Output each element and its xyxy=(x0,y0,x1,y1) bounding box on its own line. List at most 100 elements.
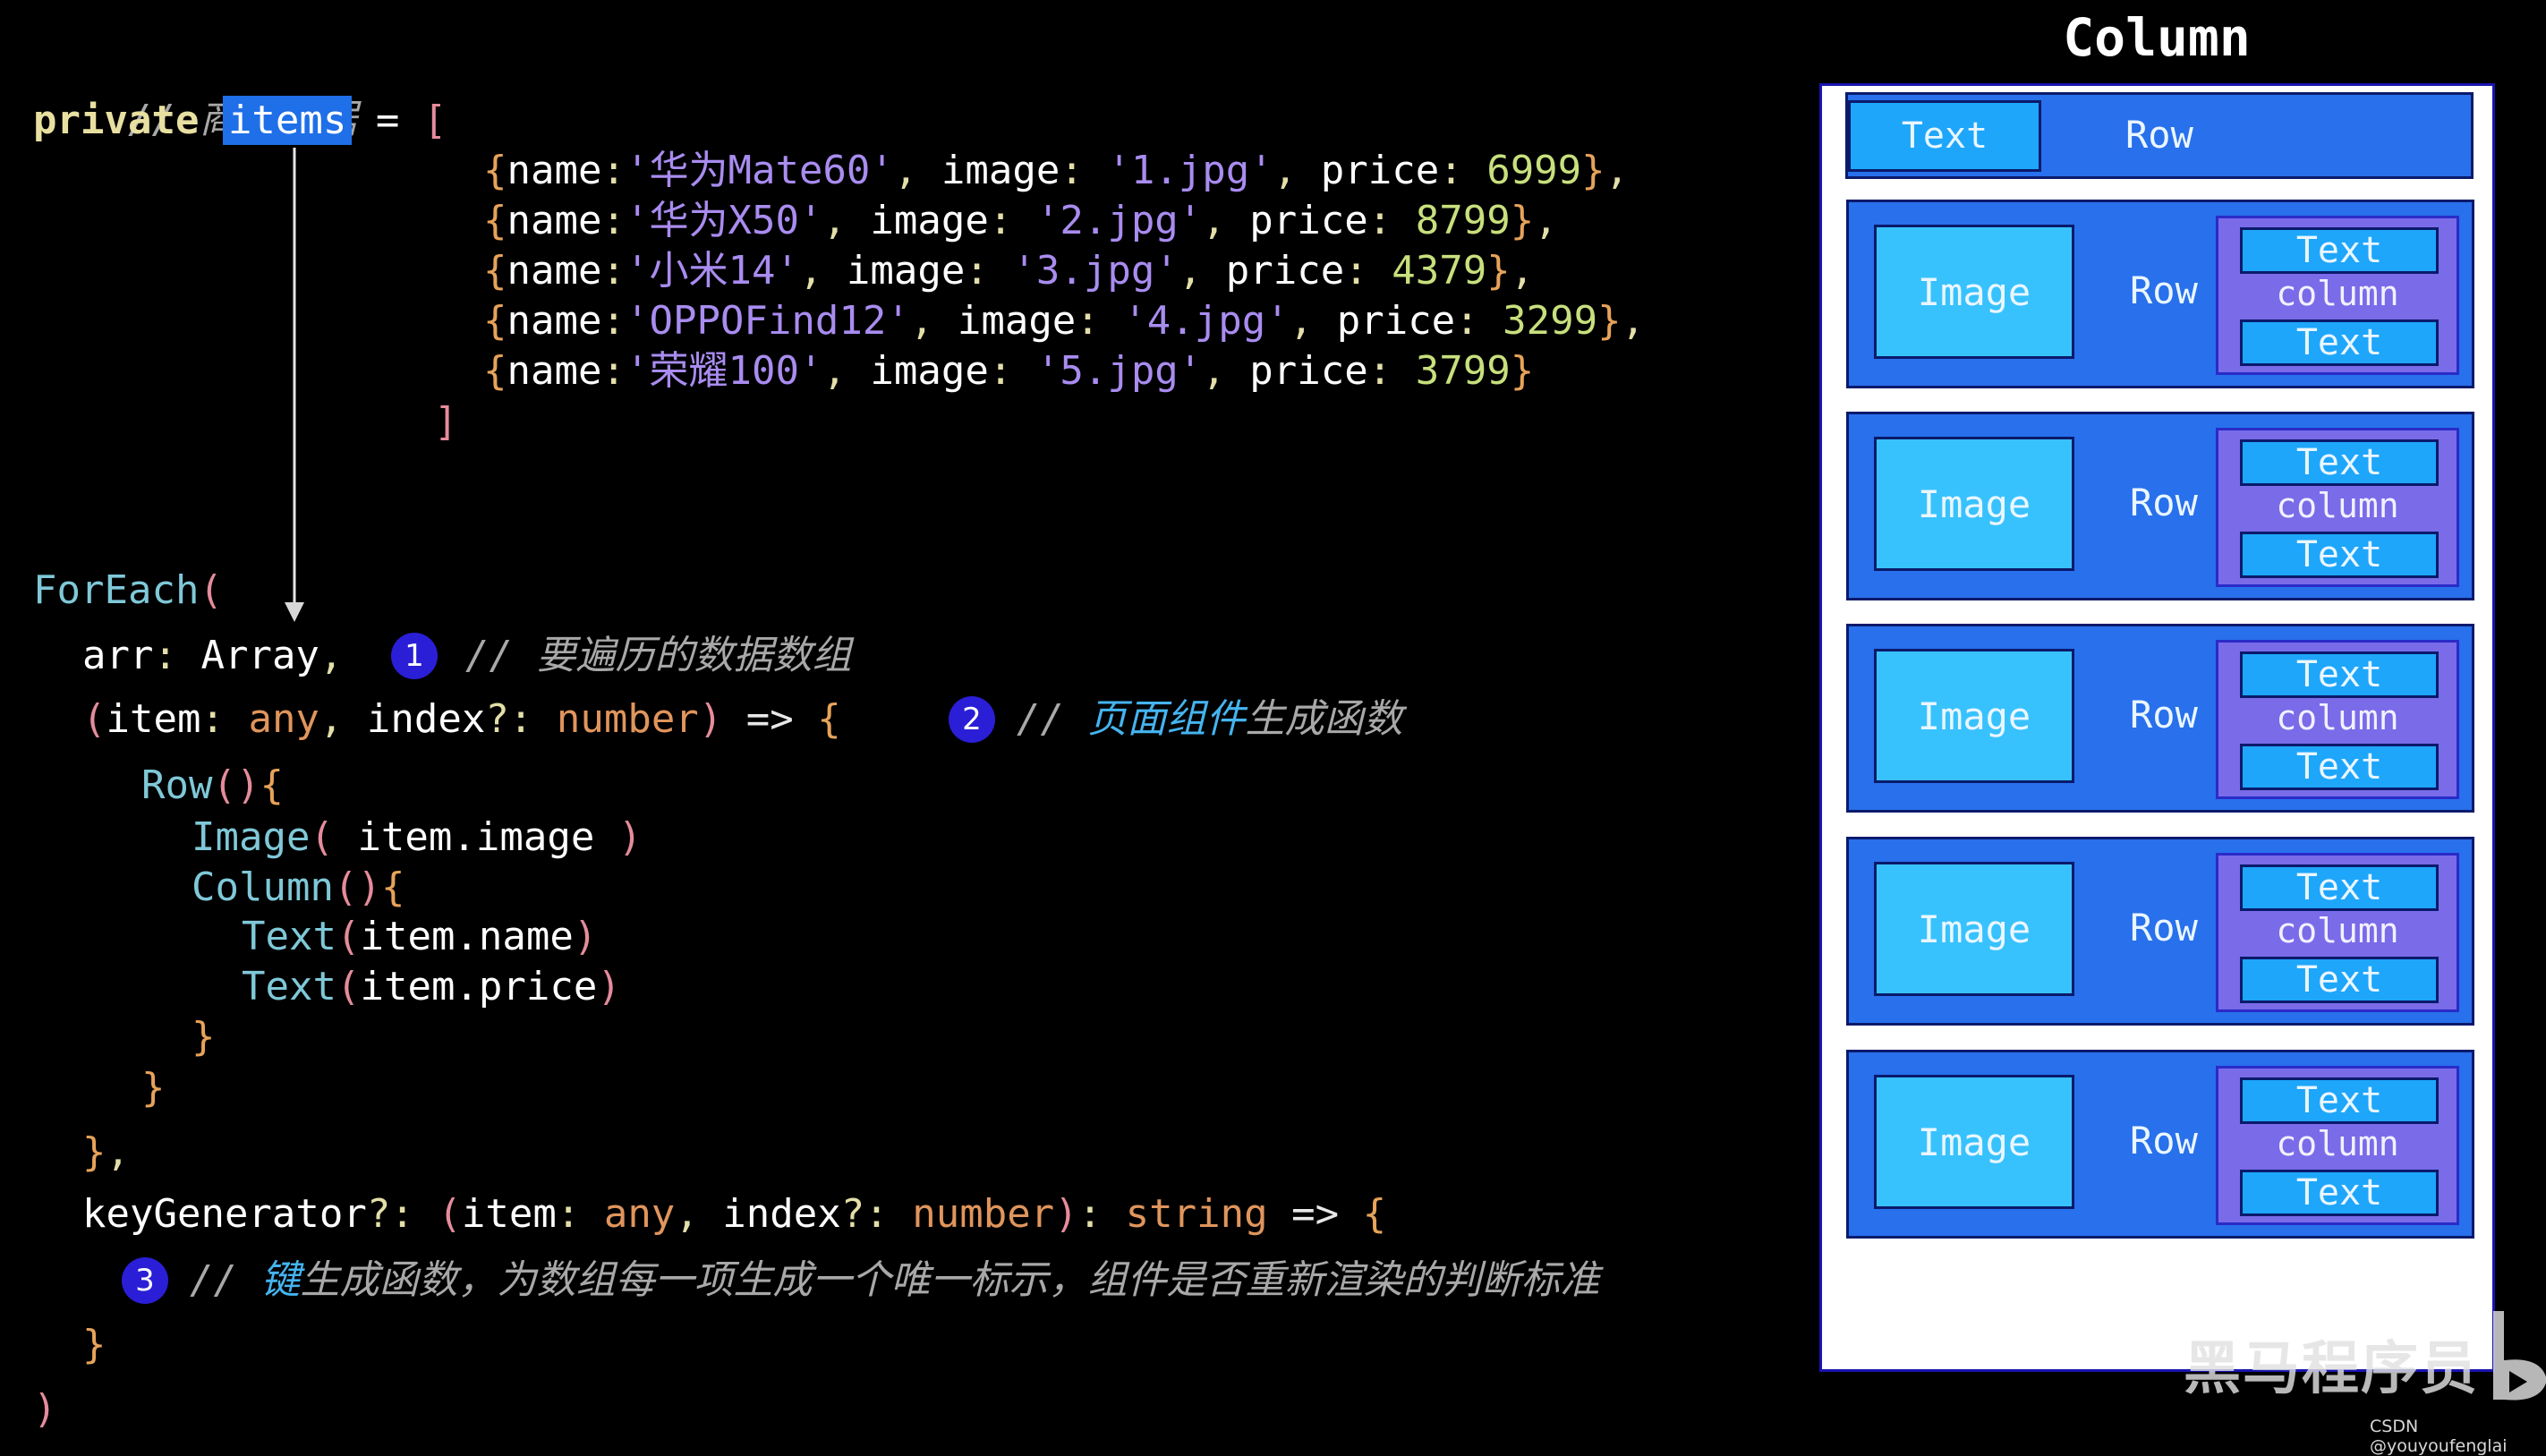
column-label: column xyxy=(2276,911,2399,950)
code-token: , xyxy=(798,248,847,294)
item-name-value: '华为X50' xyxy=(625,198,823,243)
code-token: } xyxy=(1510,198,1535,243)
header-row: Text Row xyxy=(1845,92,2474,179)
item-image-value: '1.jpg' xyxy=(1107,148,1273,193)
code-token: , xyxy=(822,198,871,243)
array-close: ] xyxy=(434,399,458,445)
image-call: Image( item.image ) xyxy=(192,814,643,860)
item-row: Image Row Text column Text xyxy=(1846,624,2474,813)
item-image-value: '5.jpg' xyxy=(1035,348,1203,394)
item-row: Image Row Text column Text xyxy=(1846,1050,2474,1239)
code-token: name xyxy=(507,248,602,294)
code-token: : xyxy=(601,198,626,243)
code-token: , xyxy=(1621,298,1646,344)
item-row: Image Row Text column Text xyxy=(1846,837,2474,1026)
column-text-bottom: Text xyxy=(2240,532,2439,578)
code-token: image xyxy=(957,298,1077,344)
code-token: , xyxy=(1178,248,1226,294)
column-text-top: Text xyxy=(2240,651,2439,698)
item-image-value: '2.jpg' xyxy=(1035,198,1203,243)
item-entry: {name:'荣耀100', image: '5.jpg', price: 37… xyxy=(483,346,1534,396)
column-label: column xyxy=(2276,1124,2399,1163)
code-token: : xyxy=(1367,348,1392,394)
column-text-top: Text xyxy=(2240,1077,2439,1124)
item-entry: {name:'华为X50', image: '2.jpg', price: 87… xyxy=(483,196,1558,246)
code-token: { xyxy=(483,298,507,344)
item-entry: {name:'华为Mate60', image: '1.jpg', price:… xyxy=(483,146,1629,196)
code-token: { xyxy=(483,148,507,193)
item-price-value: 3799 xyxy=(1415,348,1511,394)
foreach-close: ) xyxy=(33,1386,57,1432)
code-token: image xyxy=(846,248,966,294)
code-token: : xyxy=(601,248,626,294)
item-name-value: '华为Mate60' xyxy=(625,148,894,193)
item-price-value: 8799 xyxy=(1415,198,1511,243)
column-box: Text column Text xyxy=(2216,216,2459,375)
code-token: price xyxy=(1249,198,1368,243)
column-close: } xyxy=(192,1014,216,1060)
item-price-value: 3299 xyxy=(1503,298,1598,344)
row-label: Row xyxy=(2130,268,2198,312)
code-token: , xyxy=(1510,248,1535,294)
item-generator-close: }, xyxy=(82,1129,130,1175)
code-token: , xyxy=(1605,148,1630,193)
code-token: } xyxy=(1597,298,1622,344)
code-token: , xyxy=(1289,298,1337,344)
item-name-value: '小米14' xyxy=(625,248,799,294)
code-token: , xyxy=(1273,148,1321,193)
items-to-arr-arrow-icon xyxy=(285,148,304,622)
column-text-bottom: Text xyxy=(2240,744,2439,790)
code-token: name xyxy=(507,348,602,394)
item-row: Image Row Text column Text xyxy=(1846,200,2474,388)
code-token: price xyxy=(1320,148,1440,193)
code-token: } xyxy=(1581,148,1605,193)
code-token: : xyxy=(601,298,626,344)
brand-watermark: 黑马程序员 xyxy=(2184,1336,2479,1402)
key-generator-param: keyGenerator?: (item: any, index?: numbe… xyxy=(82,1191,1387,1237)
item-name-value: '荣耀100' xyxy=(625,348,823,394)
code-token: : xyxy=(1060,148,1084,193)
code-token: : xyxy=(1439,148,1463,193)
column-text-bottom: Text xyxy=(2240,319,2439,366)
row-label: Row xyxy=(2130,481,2198,524)
header-row-label: Row xyxy=(2125,113,2193,157)
item-price-value: 6999 xyxy=(1486,148,1582,193)
item-entry: {name:'OPPOFind12', image: '4.jpg', pric… xyxy=(483,296,1645,346)
code-token: name xyxy=(507,198,602,243)
column-box: Text column Text xyxy=(2216,1066,2459,1225)
text-name-call: Text(item.name) xyxy=(242,914,598,959)
code-token: } xyxy=(1486,248,1511,294)
code-token: name xyxy=(507,148,602,193)
code-token: : xyxy=(601,148,626,193)
text-price-call: Text(item.price) xyxy=(242,964,621,1009)
image-box: Image xyxy=(1874,437,2074,571)
key-generator-comment: // 键生成函数，为数组每一项生成一个唯一标示，组件是否重新渲染的判断标准 xyxy=(190,1257,1600,1303)
code-token: , xyxy=(1534,198,1558,243)
code-token: } xyxy=(1510,348,1535,394)
item-image-value: '3.jpg' xyxy=(1012,248,1179,294)
code-token: { xyxy=(483,198,507,243)
column-box: Text column Text xyxy=(2216,428,2459,587)
row-label: Row xyxy=(2130,693,2198,737)
code-token: { xyxy=(483,348,507,394)
item-image-value: '4.jpg' xyxy=(1123,298,1290,344)
column-text-bottom: Text xyxy=(2240,957,2439,1003)
items-identifier-highlight[interactable]: items xyxy=(222,96,353,145)
column-label: column xyxy=(2276,486,2399,525)
item-price-value: 4379 xyxy=(1392,248,1487,294)
code-token: , xyxy=(822,348,871,394)
column-label: column xyxy=(2276,274,2399,313)
foreach-arr-param: arr: Array, xyxy=(82,633,344,678)
item-generator-comment: // 页面组件生成函数 xyxy=(1017,696,1403,742)
code-token: : xyxy=(1076,298,1100,344)
badge-2: 2 xyxy=(949,696,995,743)
code-token: name xyxy=(507,298,602,344)
code-token: image xyxy=(941,148,1060,193)
logo-shape xyxy=(2493,1311,2546,1401)
item-name-value: 'OPPOFind12' xyxy=(625,298,910,344)
